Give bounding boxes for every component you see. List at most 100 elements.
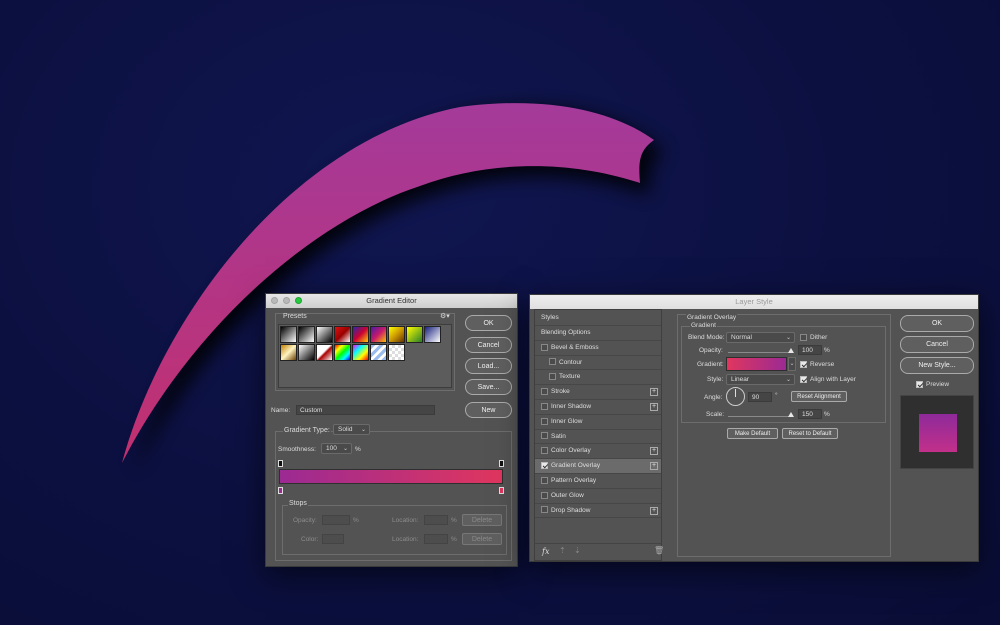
style-item-checkbox[interactable] [541, 343, 548, 351]
add-effect-icon[interactable]: + [650, 506, 658, 515]
new-style-button[interactable]: New Style... [900, 357, 974, 374]
preset-swatch[interactable] [424, 326, 441, 343]
preset-swatch[interactable] [316, 326, 333, 343]
style-list-item[interactable]: Color Overlay + [535, 444, 661, 460]
preset-swatch[interactable] [334, 326, 351, 343]
cancel-button[interactable]: Cancel [465, 337, 512, 353]
opacity-slider-track[interactable] [728, 352, 792, 353]
style-item-checkbox[interactable] [541, 476, 548, 484]
add-effect-icon[interactable]: + [650, 447, 658, 456]
layer-style-titlebar[interactable]: Layer Style [530, 295, 978, 309]
align-checkbox[interactable]: Align with Layer [800, 376, 856, 383]
delete-opacity-stop-button[interactable]: Delete [462, 514, 502, 526]
opacity-stop-right[interactable] [499, 460, 504, 467]
reverse-check[interactable] [800, 361, 807, 368]
angle-field[interactable]: 90 [748, 392, 772, 402]
new-button[interactable]: New [465, 402, 512, 418]
zoom-window-button[interactable] [295, 297, 302, 304]
style-list-item[interactable]: Inner Glow [535, 415, 661, 430]
preset-swatch[interactable] [352, 326, 369, 343]
style-item-checkbox[interactable] [541, 491, 548, 499]
align-check[interactable] [800, 376, 807, 383]
style-list-item[interactable]: Blending Options [535, 326, 661, 341]
stop-opacity-location-field[interactable] [424, 515, 448, 525]
opacity-slider-thumb[interactable] [788, 348, 794, 353]
style-list-item[interactable]: Inner Shadow + [535, 400, 661, 415]
name-field[interactable]: Custom [296, 405, 435, 415]
preset-swatch[interactable] [370, 344, 387, 361]
style-item-checkbox[interactable] [541, 402, 548, 410]
dither-checkbox[interactable]: Dither [800, 334, 827, 341]
preset-swatch[interactable] [352, 344, 369, 361]
style-list-item[interactable]: Gradient Overlay + [535, 459, 661, 474]
gradient-preview-bar[interactable] [279, 469, 503, 484]
color-stop-right[interactable] [499, 487, 504, 494]
gradient-dropdown[interactable]: ⌄ [788, 357, 796, 371]
preview-checkbox[interactable]: Preview [916, 381, 949, 388]
dither-check[interactable] [800, 334, 807, 341]
reset-to-default-button[interactable]: Reset to Default [782, 428, 838, 439]
preset-swatch[interactable] [388, 344, 405, 361]
preset-swatch[interactable] [280, 344, 297, 361]
trash-icon[interactable]: 🗑 [654, 546, 664, 555]
smoothness-select[interactable]: 100 ⌄ [321, 443, 352, 454]
scale-slider-thumb[interactable] [788, 412, 794, 417]
style-item-checkbox[interactable] [541, 432, 548, 440]
style-list-item[interactable]: Outer Glow [535, 489, 661, 504]
blend-mode-select[interactable]: Normal ⌄ [726, 332, 795, 343]
angle-dial[interactable] [726, 387, 745, 406]
color-stop-left[interactable] [278, 487, 283, 494]
opacity-stop-left[interactable] [278, 460, 283, 467]
move-up-icon[interactable]: ⇡ [559, 546, 566, 555]
style-list-item[interactable]: Pattern Overlay [535, 474, 661, 489]
delete-color-stop-button[interactable]: Delete [462, 533, 502, 545]
style-item-checkbox[interactable] [541, 417, 548, 425]
style-select[interactable]: Linear ⌄ [726, 374, 795, 385]
add-effect-icon[interactable]: + [650, 402, 658, 411]
scale-field[interactable]: 150 [798, 409, 822, 419]
add-effect-icon[interactable]: + [650, 388, 658, 397]
stop-color-location-field[interactable] [424, 534, 448, 544]
gradient-type-select[interactable]: Solid ⌄ [333, 424, 370, 435]
style-list-item[interactable]: Texture [535, 370, 661, 386]
opacity-field[interactable]: 100 [798, 345, 822, 355]
ok-button[interactable]: OK [900, 315, 974, 332]
preset-swatch[interactable] [370, 326, 387, 343]
preset-swatch[interactable] [298, 326, 315, 343]
style-list-item[interactable]: Drop Shadow + [535, 504, 661, 519]
style-list-item[interactable]: Satin [535, 430, 661, 445]
save-button[interactable]: Save... [465, 379, 512, 395]
minimize-window-button[interactable] [283, 297, 290, 304]
style-item-checkbox[interactable] [541, 506, 548, 514]
styles-header[interactable]: Styles [535, 310, 661, 326]
style-list-item[interactable]: Bevel & Emboss [535, 341, 661, 356]
style-list-item[interactable]: Stroke + [535, 385, 661, 400]
reset-alignment-button[interactable]: Reset Alignment [791, 391, 847, 402]
gear-icon[interactable]: ⚙▾ [440, 312, 450, 320]
style-item-checkbox[interactable] [541, 387, 548, 395]
style-list-item[interactable]: Contour [535, 356, 661, 371]
scale-slider-track[interactable] [728, 416, 792, 417]
reverse-checkbox[interactable]: Reverse [800, 361, 834, 368]
preset-swatch[interactable] [388, 326, 405, 343]
cancel-button[interactable]: Cancel [900, 336, 974, 353]
preset-swatch[interactable] [406, 326, 423, 343]
move-down-icon[interactable]: ⇣ [574, 546, 581, 555]
preset-swatch[interactable] [334, 344, 351, 361]
gradient-swatch[interactable] [726, 357, 787, 371]
close-window-button[interactable] [271, 297, 278, 304]
ok-button[interactable]: OK [465, 315, 512, 331]
style-item-checkbox[interactable] [541, 447, 548, 455]
fx-icon[interactable]: fx [542, 547, 549, 556]
preset-swatch[interactable] [316, 344, 333, 361]
gradient-editor-titlebar[interactable]: Gradient Editor [266, 294, 517, 308]
style-item-checkbox[interactable] [549, 373, 556, 381]
preview-check[interactable] [916, 381, 923, 388]
add-effect-icon[interactable]: + [650, 462, 658, 471]
preset-swatch[interactable] [280, 326, 297, 343]
preset-swatch[interactable] [298, 344, 315, 361]
style-item-checkbox[interactable] [541, 461, 548, 469]
stop-color-swatch[interactable] [322, 534, 344, 544]
style-item-checkbox[interactable] [549, 358, 556, 366]
stop-opacity-field[interactable] [322, 515, 350, 525]
